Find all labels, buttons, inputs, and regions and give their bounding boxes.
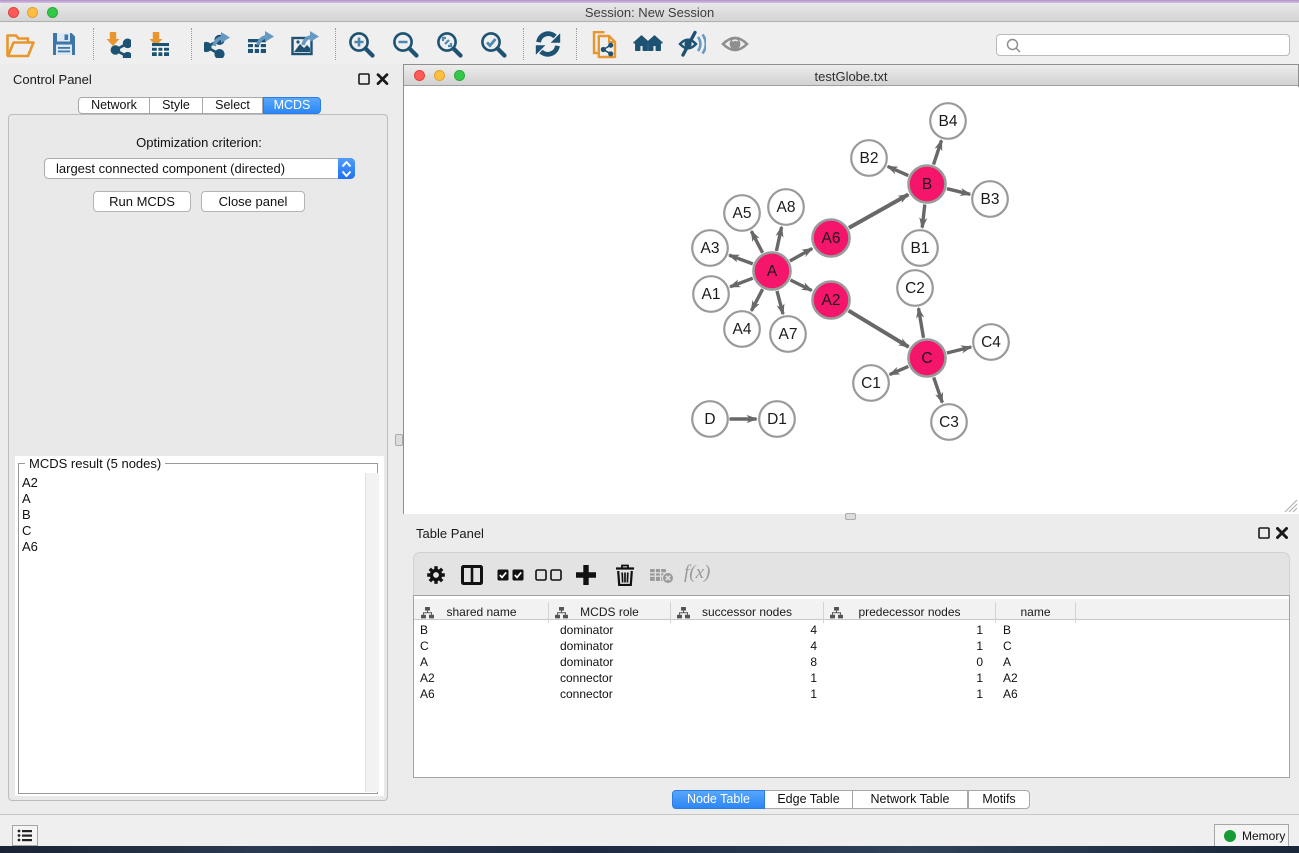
svg-text:D1: D1 [767, 411, 787, 428]
svg-text:B: B [922, 176, 932, 193]
svg-text:C2: C2 [905, 280, 925, 297]
svg-text:C1: C1 [861, 375, 881, 392]
svg-text:C4: C4 [981, 334, 1001, 351]
svg-text:B2: B2 [860, 150, 879, 167]
svg-text:C3: C3 [939, 414, 959, 431]
svg-text:A1: A1 [702, 286, 721, 303]
svg-text:B1: B1 [911, 240, 930, 257]
svg-text:A7: A7 [779, 326, 798, 343]
svg-text:B3: B3 [981, 191, 1000, 208]
svg-text:A5: A5 [733, 205, 752, 222]
svg-text:A: A [767, 263, 778, 280]
svg-text:C: C [921, 350, 932, 367]
svg-text:A6: A6 [822, 230, 841, 247]
svg-text:A4: A4 [733, 321, 752, 338]
svg-text:D: D [704, 411, 715, 428]
svg-text:A2: A2 [822, 292, 841, 309]
svg-text:A3: A3 [701, 240, 720, 257]
svg-text:B4: B4 [939, 113, 958, 130]
svg-text:A8: A8 [777, 199, 796, 216]
